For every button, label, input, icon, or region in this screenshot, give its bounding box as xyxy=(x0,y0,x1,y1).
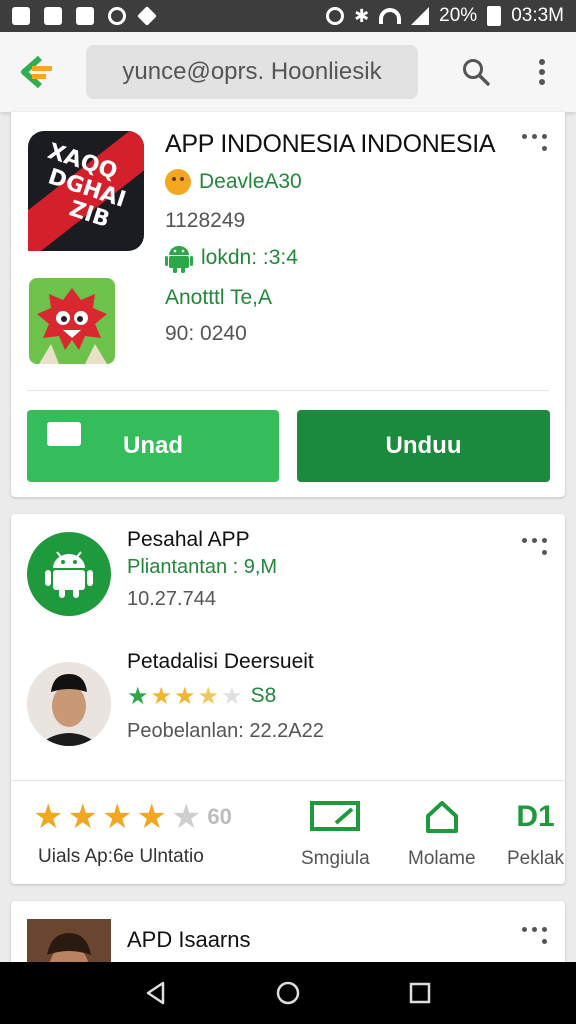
home-circle-icon xyxy=(276,981,300,1005)
related-app-number: 10.27.744 xyxy=(127,588,216,610)
overall-rating-label: Uials Ap:6e Ulntatio xyxy=(38,846,204,867)
unduh-label: Unduu xyxy=(385,432,462,459)
reviewer-rating-text: S8 xyxy=(250,684,277,707)
signal-icon xyxy=(411,7,430,25)
android-icon xyxy=(165,246,193,273)
search-icon xyxy=(463,59,490,86)
next-app-title[interactable]: APD Isaarns xyxy=(127,927,251,953)
peklak-action[interactable]: D1 Peklak xyxy=(507,800,564,870)
overall-rating-number: 60 xyxy=(207,804,232,829)
star-half-icon: ★ xyxy=(197,682,220,710)
battery-percent: 20% xyxy=(439,5,478,26)
back-triangle-icon xyxy=(146,981,165,1005)
star-icon: ★ xyxy=(150,682,173,710)
related-apps-card: Pesahal APP Pliantantan : 9,M 10.27.744 … xyxy=(11,514,565,884)
star-empty-icon: ★ xyxy=(221,682,243,710)
nav-home-button[interactable] xyxy=(268,973,308,1013)
reviewer-stars: ★ ★ ★ ★ ★ xyxy=(127,684,243,708)
star-icon: ★ xyxy=(127,682,149,710)
reviewer-date: Peobelanlan: 22.2A22 xyxy=(127,720,324,742)
monster-icon xyxy=(37,288,107,364)
android-robot-icon xyxy=(45,551,93,598)
back-logo-icon[interactable] xyxy=(18,54,54,90)
star-empty-icon: ★ xyxy=(170,797,202,837)
reviewer-rating-row: ★ ★ ★ ★ ★ S8 xyxy=(127,684,276,708)
person-photo xyxy=(27,662,111,746)
sync-icon xyxy=(108,7,126,25)
reviewer-title[interactable]: Petadalisi Deersueit xyxy=(127,650,314,674)
d1-icon: D1 xyxy=(516,800,555,833)
app-detail-card: XAQQ DGHAI ZIB APP INDONESIA INDONESIA D… xyxy=(11,112,565,497)
card2-more-button[interactable] xyxy=(522,538,548,564)
photo-icon xyxy=(44,7,62,25)
star-icon: ★ xyxy=(33,797,64,837)
search-value: yunce@oprs. Hoonliesik xyxy=(122,58,382,85)
star-icon: ★ xyxy=(174,682,196,710)
card3-more-button[interactable] xyxy=(522,927,548,953)
home-action[interactable]: Molame xyxy=(408,800,476,870)
notification-icon xyxy=(12,7,30,25)
peklak-action-label: Peklak xyxy=(507,848,565,869)
home-icon xyxy=(425,801,458,833)
share-action-label: Smgiula xyxy=(301,848,370,869)
face-emoji-icon xyxy=(165,169,191,195)
navigation-bar xyxy=(0,962,576,1024)
version-row: 90: 0240 xyxy=(165,322,247,346)
status-bar: ✱ 20% 03:3M xyxy=(0,0,576,32)
rating-actions-row: ★ ★ ★ ★ ★ 60 Uials Ap:6e Ulntatio Smgiul… xyxy=(11,780,565,884)
wifi-icon xyxy=(379,8,402,24)
overall-rating-stars[interactable]: ★ ★ ★ ★ ★ 60 xyxy=(33,800,232,834)
window-icon xyxy=(47,422,81,446)
app-icon-primary[interactable]: XAQQ DGHAI ZIB xyxy=(28,131,144,251)
app-icon-lettering: XAQQ DGHAI ZIB xyxy=(45,139,129,233)
notification-icons xyxy=(12,6,157,26)
home-action-label: Molame xyxy=(408,848,476,869)
unad-label: Unad xyxy=(123,432,183,459)
downloads-row: 1128249 xyxy=(165,209,245,233)
card1-divider xyxy=(27,390,549,391)
battery-icon xyxy=(487,6,502,26)
more-menu-button[interactable] xyxy=(520,50,564,94)
share-action[interactable]: Smgiula xyxy=(301,800,370,870)
version-text: 90: 0240 xyxy=(165,322,247,345)
diamond-icon xyxy=(137,6,157,26)
card1-more-button[interactable] xyxy=(522,134,548,160)
extra-info: Anotttl Te,A xyxy=(165,286,273,309)
nav-recents-button[interactable] xyxy=(400,973,440,1013)
unad-button[interactable]: Unad xyxy=(27,410,279,482)
related-app-title[interactable]: Pesahal APP xyxy=(127,528,250,552)
image-icon xyxy=(76,7,94,25)
search-input[interactable]: yunce@oprs. Hoonliesik xyxy=(86,45,418,99)
toolbar: yunce@oprs. Hoonliesik xyxy=(0,32,576,112)
app-title[interactable]: APP INDONESIA INDONESIA xyxy=(165,130,496,159)
search-button[interactable] xyxy=(454,50,498,94)
system-icons: ✱ 20% 03:3M xyxy=(326,5,564,27)
android-row: lokdn: :3:4 xyxy=(165,243,298,273)
extra-info-row: Anotttl Te,A xyxy=(165,286,272,310)
android-version: lokdn: :3:4 xyxy=(201,246,298,269)
unduh-button[interactable]: Unduu xyxy=(297,410,550,482)
related-app-icon[interactable] xyxy=(27,532,111,616)
star-icon: ★ xyxy=(101,797,133,837)
nav-back-button[interactable] xyxy=(136,973,176,1013)
related-app-subtitle-row: Pliantantan : 9,M xyxy=(127,556,277,579)
app-id-text: 1128249 xyxy=(165,209,246,232)
more-vert-icon xyxy=(539,59,545,85)
alarm-icon xyxy=(326,7,345,25)
developer-row[interactable]: DeavleA30 xyxy=(165,169,302,195)
share-screen-icon xyxy=(310,801,361,831)
clock: 03:3M xyxy=(511,5,564,26)
star-icon: ★ xyxy=(67,797,98,837)
star-icon: ★ xyxy=(136,797,167,837)
developer-name: DeavleA30 xyxy=(199,170,302,193)
related-app-subtitle: Pliantantan : 9,M xyxy=(127,556,278,578)
recents-square-icon xyxy=(409,982,431,1004)
app-icon-secondary[interactable] xyxy=(29,278,115,364)
screen: ✱ 20% 03:3M yunce@oprs. Hoonliesik XAQQ … xyxy=(0,0,576,1024)
bluetooth-icon: ✱ xyxy=(354,5,370,27)
related-app-number-row: 10.27.744 xyxy=(127,588,216,611)
reviewer-date-row: Peobelanlan: 22.2A22 xyxy=(127,720,324,743)
reviewer-avatar[interactable] xyxy=(27,662,111,746)
